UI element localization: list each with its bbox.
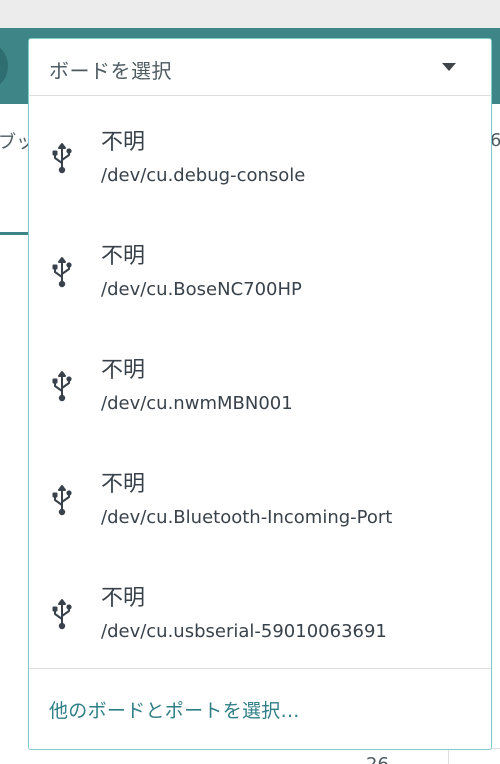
usb-icon xyxy=(51,256,73,288)
usb-icon xyxy=(51,370,73,402)
window-top-bar xyxy=(0,0,500,28)
port-item[interactable]: 不明/dev/cu.BoseNC700HP xyxy=(29,210,491,324)
port-board-name: 不明 xyxy=(101,130,146,155)
usb-icon xyxy=(51,484,73,516)
port-board-name: 不明 xyxy=(101,586,146,611)
usb-icon xyxy=(51,598,73,630)
bottom-panel-separator xyxy=(448,750,449,764)
port-path: /dev/cu.usbserial-59010063691 xyxy=(101,621,387,642)
port-path: /dev/cu.BoseNC700HP xyxy=(101,279,302,300)
select-other-board-link[interactable]: 他のボードとポートを選択... xyxy=(49,696,300,723)
port-path: /dev/cu.Bluetooth-Incoming-Port xyxy=(101,507,393,528)
port-item[interactable]: 不明/dev/cu.nwmMBN001 xyxy=(29,324,491,438)
port-board-name: 不明 xyxy=(101,358,146,383)
app-window: ブッ 6 26 ボードを選択 不明/dev/cu.debug-console不明… xyxy=(0,0,500,764)
port-path: /dev/cu.debug-console xyxy=(101,165,306,186)
board-select-label: ボードを選択 xyxy=(49,59,172,83)
bottom-panel xyxy=(316,748,500,764)
active-tab-indicator xyxy=(0,232,28,235)
port-path: /dev/cu.nwmMBN001 xyxy=(101,393,293,414)
port-item[interactable]: 不明/dev/cu.usbserial-59010063691 xyxy=(29,552,491,666)
port-board-name: 不明 xyxy=(101,472,146,497)
bottom-panel-text: 26 xyxy=(366,754,389,764)
port-board-name: 不明 xyxy=(101,244,146,269)
board-select[interactable]: ボードを選択 xyxy=(28,38,492,96)
caret-down-icon xyxy=(442,63,456,71)
port-item[interactable]: 不明/dev/cu.Bluetooth-Incoming-Port xyxy=(29,438,491,552)
board-dropdown-menu: 不明/dev/cu.debug-console 不明/dev/cu.BoseNC7… xyxy=(28,96,492,750)
port-item[interactable]: 不明/dev/cu.debug-console xyxy=(29,96,491,210)
usb-icon xyxy=(51,142,73,174)
menu-divider xyxy=(29,668,491,669)
